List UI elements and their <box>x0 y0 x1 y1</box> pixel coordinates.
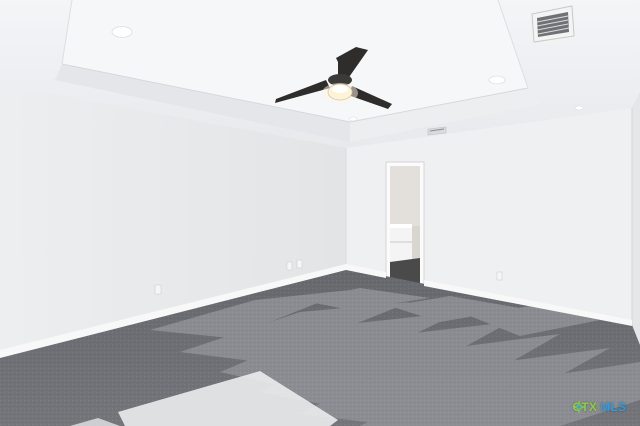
bathroom-vanity <box>390 224 412 262</box>
right-wall <box>632 92 640 345</box>
mls-logo-icon <box>572 400 587 414</box>
mls-watermark: CTXMLS <box>572 400 626 414</box>
watermark-text-mls: MLS <box>600 400 626 414</box>
doorway <box>385 161 425 286</box>
empty-room-photo: CTXMLS <box>0 0 640 426</box>
room-illustration <box>0 0 640 426</box>
